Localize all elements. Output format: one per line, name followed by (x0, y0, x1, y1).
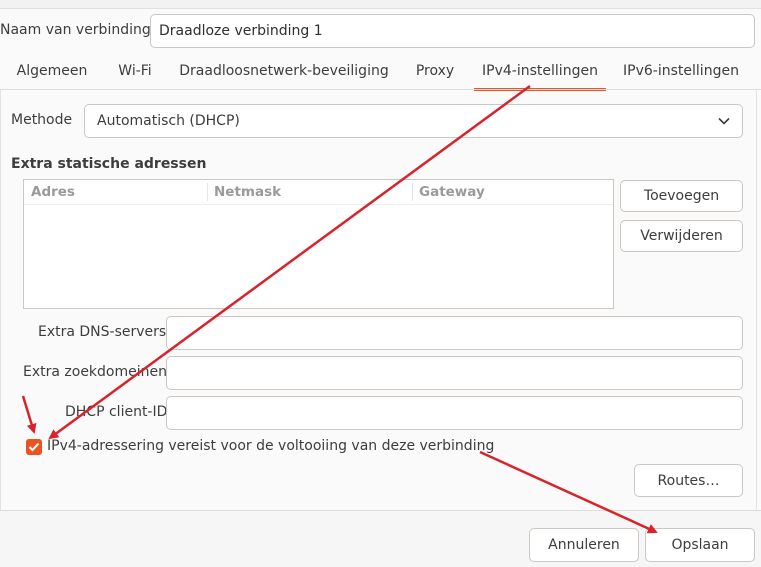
connection-name-label: Naam van verbinding (0, 22, 151, 38)
remove-address-button[interactable]: Verwijderen (620, 220, 743, 252)
tab-proxy[interactable]: Proxy (404, 52, 466, 90)
method-select[interactable]: Automatisch (DHCP) (84, 104, 743, 138)
table-header-divider (24, 204, 613, 205)
chevron-down-icon (718, 113, 730, 129)
panel-border (0, 90, 1, 510)
cancel-button[interactable]: Annuleren (529, 528, 639, 562)
static-addresses-table[interactable]: Adres Netmask Gateway (23, 179, 614, 309)
search-domains-input[interactable] (166, 356, 743, 390)
checkmark-icon (28, 442, 40, 452)
method-label: Methode (11, 112, 73, 128)
save-button[interactable]: Opslaan (645, 528, 755, 562)
require-ipv4-checkbox[interactable] (26, 439, 42, 455)
method-select-value: Automatisch (DHCP) (97, 113, 240, 129)
column-header-address[interactable]: Adres (24, 180, 207, 204)
dhcp-client-id-input[interactable] (166, 396, 743, 430)
column-header-gateway[interactable]: Gateway (412, 180, 612, 204)
require-ipv4-label[interactable]: IPv4-adressering vereist voor de voltooi… (47, 438, 494, 454)
add-address-button[interactable]: Toevoegen (620, 180, 743, 212)
tab-ipv6-settings[interactable]: IPv6-instellingen (614, 52, 748, 90)
annotation-arrow-checkbox (21, 395, 37, 434)
tab-divider (0, 89, 761, 90)
routes-button[interactable]: Routes… (634, 464, 743, 497)
tab-wireless-security[interactable]: Draadloosnetwerk-beveiliging (172, 52, 396, 90)
dns-servers-input[interactable] (166, 316, 743, 350)
tab-wifi[interactable]: Wi-Fi (106, 52, 164, 90)
dhcp-client-id-label: DHCP client-ID (65, 404, 168, 420)
static-addresses-title: Extra statische adressen (11, 156, 207, 172)
column-header-netmask[interactable]: Netmask (207, 180, 412, 204)
panel-border (756, 90, 757, 510)
search-domains-label: Extra zoekdomeinen (23, 364, 167, 380)
window-top-edge (0, 0, 761, 9)
tab-bar: Algemeen Wi-Fi Draadloosnetwerk-beveilig… (0, 52, 761, 91)
tab-general[interactable]: Algemeen (8, 52, 96, 90)
tab-ipv4-settings[interactable]: IPv4-instellingen (474, 52, 606, 90)
dns-servers-label: Extra DNS-servers (38, 324, 167, 340)
connection-name-input[interactable]: Draadloze verbinding 1 (150, 14, 755, 48)
